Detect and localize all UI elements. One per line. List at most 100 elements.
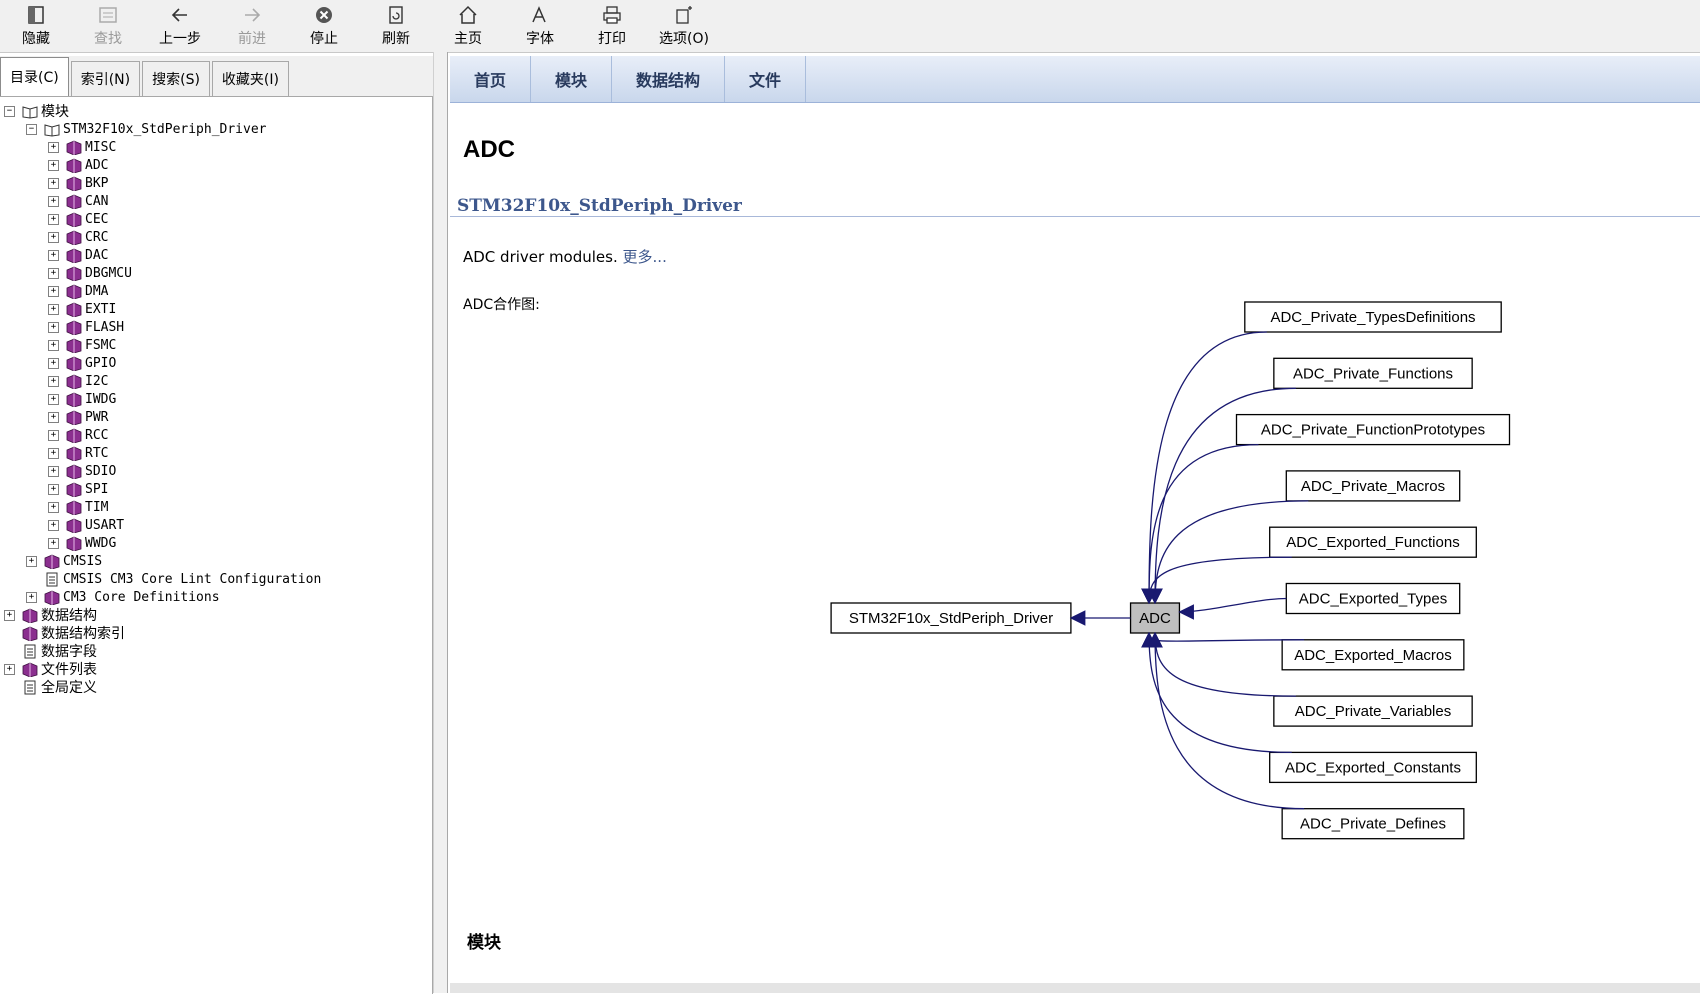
graph-node-child-6-label[interactable]: ADC_Exported_Macros — [1294, 647, 1452, 664]
tree-item-exti[interactable]: + EXTI — [48, 300, 117, 318]
tree-item-cm3-defs[interactable]: + CM3 Core Definitions — [26, 588, 220, 606]
tree-item-dac[interactable]: + DAC — [48, 246, 108, 264]
tree-item-rcc[interactable]: + RCC — [48, 426, 108, 444]
graph-node-child-2-label[interactable]: ADC_Private_FunctionPrototypes — [1261, 422, 1485, 439]
graph-node-parent-label[interactable]: STM32F10x_StdPeriph_Driver — [849, 610, 1053, 627]
book-icon — [66, 428, 82, 443]
expand-icon[interactable]: + — [48, 376, 59, 387]
book-icon — [66, 374, 82, 389]
tree-item-wwdg[interactable]: + WWDG — [48, 534, 116, 552]
expand-icon[interactable]: + — [48, 232, 59, 243]
expand-icon[interactable]: + — [48, 178, 59, 189]
expand-icon[interactable]: + — [48, 448, 59, 459]
graph-node-child-1-label[interactable]: ADC_Private_Functions — [1293, 365, 1453, 382]
open-book-icon — [44, 122, 60, 137]
graph-node-child-9-label[interactable]: ADC_Private_Defines — [1300, 816, 1446, 833]
tree-item-bkp[interactable]: + BKP — [48, 174, 108, 192]
tab-index[interactable]: 索引(N) — [70, 61, 141, 96]
tree-item-adc[interactable]: + ADC — [48, 156, 108, 174]
expand-icon[interactable]: + — [48, 142, 59, 153]
tab-contents[interactable]: 目录(C) — [0, 57, 69, 96]
tree-item-can[interactable]: + CAN — [48, 192, 108, 210]
tree-item-misc[interactable]: + MISC — [48, 138, 116, 156]
graph-node-child-4-label[interactable]: ADC_Exported_Functions — [1286, 534, 1459, 551]
tree-item-modules[interactable]: − 模块 — [4, 102, 69, 120]
book-icon — [66, 302, 82, 317]
expand-icon[interactable]: + — [48, 250, 59, 261]
tree-item-bottom-1[interactable]: 数据结构索引 — [22, 624, 125, 642]
collapse-icon[interactable]: − — [26, 124, 37, 135]
collapse-icon[interactable]: − — [4, 106, 15, 117]
tree-item-tim[interactable]: + TIM — [48, 498, 108, 516]
stop-button[interactable]: 停止 — [288, 0, 360, 52]
tab-favorites[interactable]: 收藏夹(I) — [211, 61, 289, 96]
tree-item-bottom-0[interactable]: + 数据结构 — [4, 606, 97, 624]
expand-icon[interactable]: + — [48, 358, 59, 369]
expand-icon[interactable]: + — [48, 466, 59, 477]
font-button[interactable]: 字体 — [504, 0, 576, 52]
tree-item-spi[interactable]: + SPI — [48, 480, 108, 498]
tree-item-stdperiph-driver[interactable]: − STM32F10x_StdPeriph_Driver — [26, 120, 267, 138]
expand-icon[interactable]: + — [48, 520, 59, 531]
print-button[interactable]: 打印 — [576, 0, 648, 52]
options-button[interactable]: 选项(O) — [648, 0, 720, 52]
tree-item-pwr[interactable]: + PWR — [48, 408, 108, 426]
refresh-button[interactable]: 刷新 — [360, 0, 432, 52]
expand-icon[interactable]: + — [48, 304, 59, 315]
back-label: 上一步 — [159, 31, 201, 47]
expand-icon[interactable]: + — [48, 538, 59, 549]
expand-icon[interactable]: + — [48, 322, 59, 333]
tree-item-bottom-2[interactable]: 数据字段 — [22, 642, 97, 660]
expand-icon[interactable]: + — [48, 484, 59, 495]
tree-item-iwdg[interactable]: + IWDG — [48, 390, 116, 408]
expand-icon[interactable]: + — [48, 286, 59, 297]
hide-label: 隐藏 — [22, 31, 50, 47]
tree-item-crc[interactable]: + CRC — [48, 228, 108, 246]
expand-icon[interactable]: + — [26, 556, 37, 567]
find-button[interactable]: 查找 — [72, 0, 144, 52]
graph-node-center-label[interactable]: ADC — [1139, 610, 1171, 627]
graph-node-child-0-label[interactable]: ADC_Private_TypesDefinitions — [1270, 309, 1475, 326]
tree-item-dma[interactable]: + DMA — [48, 282, 108, 300]
pane-splitter[interactable] — [433, 52, 448, 993]
home-button[interactable]: 主页 — [432, 0, 504, 52]
graph-node-child-3-label[interactable]: ADC_Private_Macros — [1301, 478, 1445, 495]
graph-node-child-5-label[interactable]: ADC_Exported_Types — [1299, 591, 1447, 608]
expand-icon[interactable]: + — [48, 196, 59, 207]
graph-node-child-7-label[interactable]: ADC_Private_Variables — [1295, 703, 1451, 720]
hide-button[interactable]: 隐藏 — [0, 0, 72, 52]
book-icon — [66, 212, 82, 227]
tree-item-fsmc[interactable]: + FSMC — [48, 336, 116, 354]
tree-item-cmsis-lint[interactable]: CMSIS CM3 Core Lint Configuration — [44, 570, 321, 588]
forward-button[interactable]: 前进 — [216, 0, 288, 52]
expand-icon[interactable]: + — [48, 268, 59, 279]
tree-item-bottom-3[interactable]: + 文件列表 — [4, 660, 97, 678]
contents-tree[interactable]: − 模块 − STM32F10x_StdPeriph_Driver + MISC + ADC +… — [0, 96, 433, 994]
expand-icon[interactable]: + — [48, 214, 59, 225]
tab-search[interactable]: 搜索(S) — [142, 61, 210, 96]
forward-arrow-icon — [242, 4, 262, 26]
expand-icon[interactable]: + — [48, 340, 59, 351]
tree-item-cmsis[interactable]: + CMSIS — [26, 552, 102, 570]
expand-icon[interactable]: + — [48, 394, 59, 405]
tree-item-label: EXTI — [85, 301, 117, 317]
tree-item-usart[interactable]: + USART — [48, 516, 124, 534]
expand-icon[interactable]: + — [4, 610, 15, 621]
back-button[interactable]: 上一步 — [144, 0, 216, 52]
tree-item-cec[interactable]: + CEC — [48, 210, 108, 228]
expand-icon[interactable]: + — [48, 430, 59, 441]
expand-icon[interactable]: + — [48, 502, 59, 513]
tree-item-flash[interactable]: + FLASH — [48, 318, 124, 336]
expand-icon[interactable]: + — [48, 412, 59, 423]
graph-node-child-8-label[interactable]: ADC_Exported_Constants — [1285, 759, 1461, 776]
expand-icon[interactable]: + — [48, 160, 59, 171]
tree-item-sdio[interactable]: + SDIO — [48, 462, 116, 480]
tree-item-bottom-4[interactable]: 全局定义 — [22, 678, 97, 696]
tree-item-i2c[interactable]: + I2C — [48, 372, 108, 390]
tree-item-gpio[interactable]: + GPIO — [48, 354, 116, 372]
tree-item-rtc[interactable]: + RTC — [48, 444, 108, 462]
expand-icon[interactable]: + — [4, 664, 15, 675]
expand-icon[interactable]: + — [26, 592, 37, 603]
tree-item-dbgmcu[interactable]: + DBGMCU — [48, 264, 132, 282]
horizontal-scrollbar[interactable] — [450, 983, 1700, 993]
